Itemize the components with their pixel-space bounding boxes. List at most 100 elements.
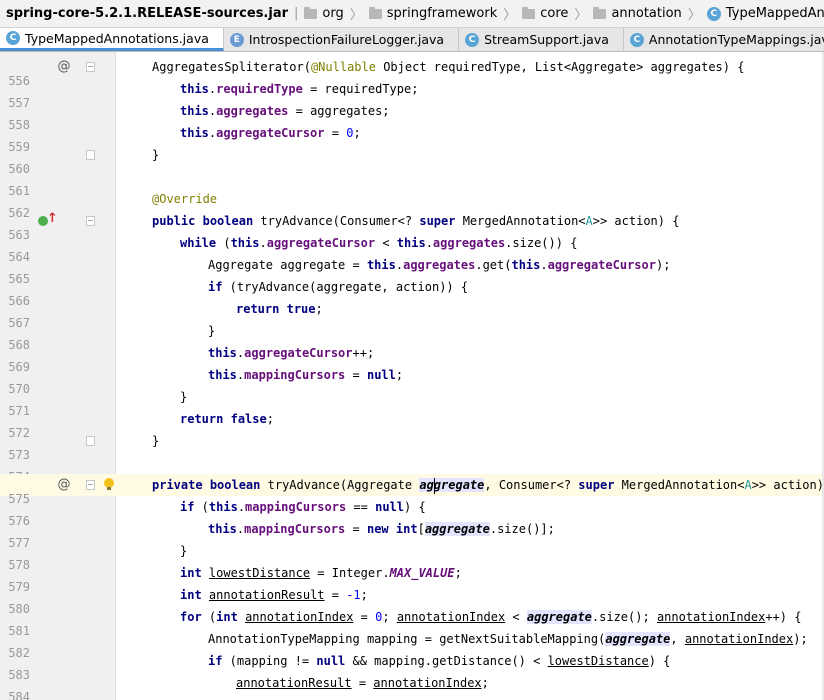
line-number: 584 — [8, 690, 30, 700]
code-text: if (this.mappingCursors == null) { — [180, 500, 426, 514]
override-at-icon[interactable]: @ — [56, 477, 72, 493]
code-text: public boolean tryAdvance(Consumer<? sup… — [152, 214, 680, 228]
breadcrumb-org-label: org — [322, 6, 344, 21]
enum-icon: E — [229, 32, 244, 47]
code-text: AnnotationTypeMapping mapping = getNextS… — [208, 632, 808, 646]
code-text: this.mappingCursors = null; — [208, 368, 404, 382]
code-editor[interactable]: 556 @ AggregatesSpliterator(@Nullable Ob… — [0, 52, 824, 700]
tab-label: StreamSupport.java — [484, 32, 609, 47]
code-text: if (mapping != null && mapping.getDistan… — [208, 654, 671, 668]
code-text: while (this.aggregateCursor < this.aggre… — [180, 236, 578, 250]
tab-type-mapped-annotations[interactable]: C TypeMappedAnnotations.java — [0, 28, 224, 51]
breadcrumb-springframework[interactable]: springframework — [368, 6, 497, 21]
fold-icon[interactable] — [86, 62, 95, 72]
class-icon: C — [465, 32, 480, 47]
code-line[interactable]: 576 if (this.mappingCursors == null) { — [0, 496, 824, 528]
tab-label: AnnotationTypeMappings.java — [648, 32, 824, 47]
code-line[interactable]: 574 — [0, 452, 824, 484]
code-line[interactable]: 560 } — [0, 144, 824, 176]
code-text: if (tryAdvance(aggregate, action)) { — [208, 280, 469, 294]
code-line[interactable]: 559 this.aggregateCursor = 0; — [0, 122, 824, 154]
code-line[interactable]: 565 Aggregate aggregate = this.aggregate… — [0, 254, 824, 286]
tab-stream-support[interactable]: C StreamSupport.java — [459, 28, 624, 51]
lightbulb-icon[interactable] — [104, 478, 114, 491]
fold-icon[interactable] — [86, 480, 95, 490]
breadcrumb-annotation[interactable]: annotation — [593, 6, 682, 21]
class-icon: C — [706, 6, 721, 21]
code-text: for (int annotationIndex = 0; annotation… — [180, 610, 802, 624]
folder-icon — [522, 6, 536, 19]
code-line[interactable]: 568 } — [0, 320, 824, 352]
code-line[interactable]: 580 int annotationResult = -1; — [0, 584, 824, 616]
tab-annotation-type-mappings[interactable]: C AnnotationTypeMappings.java — [623, 28, 824, 51]
breadcrumb-separator: 〉 — [687, 8, 701, 23]
code-text: } — [180, 544, 188, 558]
breadcrumb-class[interactable]: C TypeMappedAnnotations — [706, 6, 824, 21]
code-line[interactable]: 581 for (int annotationIndex = 0; annota… — [0, 606, 824, 638]
code-text: int annotationResult = -1; — [180, 588, 368, 602]
code-line-current[interactable]: 575 @ private boolean tryAdvance(Aggrega… — [0, 474, 824, 506]
fold-icon[interactable] — [86, 150, 95, 160]
code-line[interactable]: 556 @ AggregatesSpliterator(@Nullable Ob… — [0, 56, 824, 88]
tab-label: IntrospectionFailureLogger.java — [248, 32, 445, 47]
code-text: } — [152, 434, 160, 448]
up-arrow-icon: ↑ — [47, 211, 58, 226]
breadcrumb-jar[interactable]: spring-core-5.2.1.RELEASE-sources.jar — [6, 6, 288, 21]
code-line[interactable]: 557 this.requiredType = requiredType; — [0, 78, 824, 110]
code-text: @Override — [152, 192, 218, 206]
implements-method-icon[interactable]: ↑ — [38, 211, 58, 228]
code-line[interactable]: 564 while (this.aggregateCursor < this.a… — [0, 232, 824, 264]
code-line[interactable]: 570 this.mappingCursors = null; — [0, 364, 824, 396]
breadcrumb-separator: | — [294, 6, 299, 21]
folder-icon — [304, 6, 318, 19]
code-line[interactable]: 569 this.aggregateCursor++; — [0, 342, 824, 374]
breadcrumb-annotation-label: annotation — [611, 6, 682, 21]
code-text: } — [208, 324, 216, 338]
code-line[interactable]: 561 — [0, 166, 824, 198]
code-text: this.aggregates = aggregates; — [180, 104, 390, 118]
code-line[interactable]: 562 @Override — [0, 188, 824, 220]
code-line[interactable]: 582 AnnotationTypeMapping mapping = getN… — [0, 628, 824, 660]
editor-tabs: C TypeMappedAnnotations.java E Introspec… — [0, 28, 824, 52]
code-line[interactable]: 584 annotationResult = annotationIndex; — [0, 672, 824, 700]
folder-icon — [593, 6, 607, 19]
class-icon: C — [629, 32, 644, 47]
class-icon: C — [6, 31, 20, 45]
code-line[interactable]: 579 int lowestDistance = Integer.MAX_VAL… — [0, 562, 824, 594]
code-line[interactable]: 577 this.mappingCursors = new int[aggreg… — [0, 518, 824, 550]
fold-icon[interactable] — [86, 436, 95, 446]
code-text: Aggregate aggregate = this.aggregates.ge… — [208, 258, 671, 272]
code-text: this.aggregateCursor = 0; — [180, 126, 361, 140]
code-text: this.mappingCursors = new int[aggregate.… — [208, 522, 555, 536]
code-line[interactable]: 563 ↑ public boolean tryAdvance(Consumer… — [0, 210, 824, 242]
code-text: AggregatesSpliterator(@Nullable Object r… — [152, 60, 745, 74]
breadcrumb-jar-label: spring-core-5.2.1.RELEASE-sources.jar — [6, 6, 289, 21]
code-line[interactable]: 566 if (tryAdvance(aggregate, action)) { — [0, 276, 824, 308]
breadcrumb: spring-core-5.2.1.RELEASE-sources.jar | … — [0, 0, 824, 28]
breadcrumb-separator: 〉 — [349, 8, 363, 23]
override-at-icon[interactable]: @ — [56, 59, 72, 75]
breadcrumb-class-label: TypeMappedAnnotations — [725, 6, 824, 21]
code-text: int lowestDistance = Integer.MAX_VALUE; — [180, 566, 462, 580]
code-line[interactable]: 571 } — [0, 386, 824, 418]
breadcrumb-separator: 〉 — [574, 8, 588, 23]
code-text: this.aggregateCursor++; — [208, 346, 375, 360]
code-text: private boolean tryAdvance(Aggregate agg… — [152, 477, 824, 494]
breadcrumb-core[interactable]: core — [522, 6, 568, 21]
code-text: return false; — [180, 412, 274, 426]
code-line[interactable]: 583 if (mapping != null && mapping.getDi… — [0, 650, 824, 682]
breadcrumb-org[interactable]: org — [304, 6, 344, 21]
code-line[interactable]: 573 } — [0, 430, 824, 462]
code-text: annotationResult = annotationIndex; — [236, 676, 489, 690]
code-text: } — [180, 390, 188, 404]
code-line[interactable]: 567 return true; — [0, 298, 824, 330]
fold-icon[interactable] — [86, 216, 95, 226]
tab-label: TypeMappedAnnotations.java — [25, 30, 209, 46]
tab-introspection-failure-logger[interactable]: E IntrospectionFailureLogger.java — [223, 28, 460, 51]
breadcrumb-separator: 〉 — [503, 8, 517, 23]
code-line[interactable]: 572 return false; — [0, 408, 824, 440]
code-text: this.requiredType = requiredType; — [180, 82, 419, 96]
code-text: return true; — [236, 302, 323, 316]
code-line[interactable]: 558 this.aggregates = aggregates; — [0, 100, 824, 132]
code-line[interactable]: 578 } — [0, 540, 824, 572]
